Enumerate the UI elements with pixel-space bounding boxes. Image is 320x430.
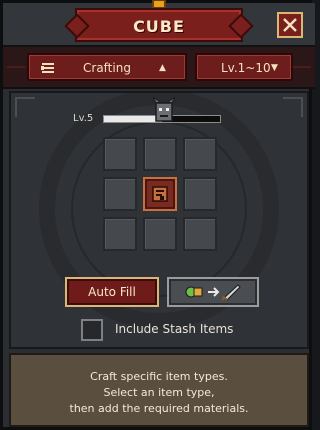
material-slot[interactable] — [183, 217, 217, 251]
category-label: Crafting — [83, 61, 131, 75]
corner-ornament — [283, 97, 303, 117]
material-slot[interactable] — [103, 217, 137, 251]
vine-ornament — [7, 66, 25, 68]
close-x-icon — [283, 18, 297, 32]
items-to-sword-icon — [185, 284, 241, 301]
material-slot[interactable] — [103, 137, 137, 171]
cube-window: CUBE Crafting ▲ Lv.1~10 ▼ Lv.5 Auto Fill… — [0, 0, 315, 430]
level-range-label: Lv.1~10 — [221, 61, 271, 75]
material-slot[interactable] — [143, 137, 177, 171]
crafting-panel: Lv.5 Auto Fill Include Stash Items — [9, 91, 309, 349]
chevron-down-icon: ▼ — [271, 63, 278, 73]
description-line: Select an item type, — [103, 386, 215, 399]
corner-ornament — [15, 97, 35, 117]
vine-ornament — [293, 66, 311, 68]
material-slot[interactable] — [143, 217, 177, 251]
description-line: then add the required materials. — [69, 402, 249, 415]
level-range-dropdown[interactable]: Lv.1~10 ▼ — [195, 53, 293, 81]
material-slot[interactable] — [103, 177, 137, 211]
transfer-materials-button[interactable] — [167, 277, 259, 307]
material-slot[interactable] — [183, 177, 217, 211]
include-stash-label: Include Stash Items — [115, 322, 234, 336]
material-slot[interactable] — [183, 137, 217, 171]
auto-fill-button[interactable]: Auto Fill — [65, 277, 159, 307]
include-stash-checkbox[interactable] — [81, 319, 103, 341]
category-dropdown[interactable]: Crafting ▲ — [27, 53, 187, 81]
monster-head-icon[interactable] — [153, 97, 175, 125]
chevron-up-icon: ▲ — [159, 63, 166, 73]
level-slider-label: Lv.5 — [73, 113, 94, 124]
crafting-list-icon — [41, 63, 54, 73]
selected-item-slot[interactable] — [143, 177, 177, 211]
window-title: CUBE — [133, 17, 185, 36]
selector-row: Crafting ▲ Lv.1~10 ▼ — [3, 47, 315, 89]
close-button[interactable] — [277, 12, 303, 38]
description-line: Craft specific item types. — [90, 370, 228, 383]
scroll-icon — [152, 186, 168, 202]
description-panel: Craft specific item types. Select an ite… — [9, 353, 309, 427]
title-banner: CUBE — [75, 8, 243, 42]
title-bar: CUBE — [3, 0, 315, 47]
